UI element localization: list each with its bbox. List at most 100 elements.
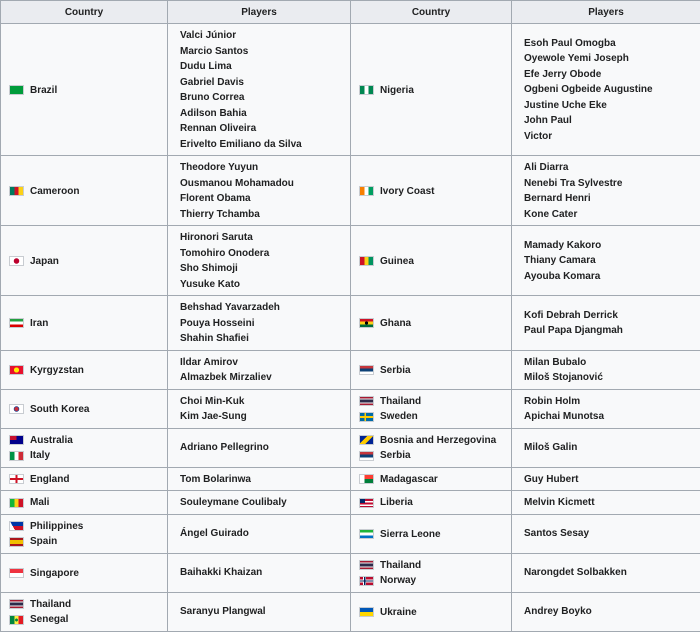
country-link-ghana[interactable]: Ghana	[380, 318, 411, 329]
player-link[interactable]: Ildar Amirov	[180, 355, 344, 371]
country-link-south-korea[interactable]: South Korea	[30, 404, 89, 415]
country-link-kyrgyzstan[interactable]: Kyrgyzstan	[30, 365, 84, 376]
player-link[interactable]: Gabriel Davis	[180, 75, 344, 91]
player-link[interactable]: Bernard Henri	[524, 191, 694, 207]
player-link[interactable]: Ali Diarra	[524, 160, 694, 176]
country-link-nigeria[interactable]: Nigeria	[380, 85, 414, 96]
player-link[interactable]: Paul Papa Djangmah	[524, 323, 694, 339]
player-link[interactable]: Tom Bolarinwa	[180, 472, 344, 488]
player-link[interactable]: Bruno Correa	[180, 90, 344, 106]
country-link-norway[interactable]: Norway	[380, 575, 416, 586]
player-link[interactable]: Apichai Munotsa	[524, 409, 694, 425]
player-link[interactable]: Oyewole Yemi Joseph	[524, 51, 694, 67]
country-link-sweden[interactable]: Sweden	[380, 411, 418, 422]
player-link[interactable]: Ogbeni Ogbeide Augustine	[524, 82, 694, 98]
country-link-senegal[interactable]: Senegal	[30, 614, 68, 625]
country-link-guinea[interactable]: Guinea	[380, 256, 414, 267]
country-link-iran[interactable]: Iran	[30, 318, 48, 329]
country-link-australia[interactable]: Australia	[30, 435, 73, 446]
country-link-italy[interactable]: Italy	[30, 450, 50, 461]
header-players-right[interactable]: Players	[512, 1, 700, 24]
player-link[interactable]: Justine Uche Eke	[524, 98, 694, 114]
player-link[interactable]: Nenebi Tra Sylvestre	[524, 176, 694, 192]
country-link-philippines[interactable]: Philippines	[30, 521, 83, 532]
header-country-right[interactable]: Country	[351, 1, 512, 24]
country-entry: Brazil	[9, 82, 161, 98]
player-link[interactable]: Souleymane Coulibaly	[180, 495, 344, 511]
player-link[interactable]: Rennan Oliveira	[180, 121, 344, 137]
player-link[interactable]: Narongdet Solbakken	[524, 565, 694, 581]
header-players-left[interactable]: Players	[168, 1, 351, 24]
player-link[interactable]: Ousmanou Mohamadou	[180, 176, 344, 192]
player-link[interactable]: Pouya Hosseini	[180, 316, 344, 332]
player-link[interactable]: Dudu Lima	[180, 59, 344, 75]
player-link[interactable]: John Paul	[524, 113, 694, 129]
country-link-thailand[interactable]: Thailand	[380, 396, 421, 407]
player-link[interactable]: Ayouba Komara	[524, 269, 694, 285]
player-link[interactable]: Ángel Guirado	[180, 526, 344, 542]
flag-sierra-leone-icon	[359, 529, 374, 539]
country-link-mali[interactable]: Mali	[30, 497, 49, 508]
country-cell: Brazil	[1, 24, 168, 156]
player-link[interactable]: Miloš Stojanović	[524, 370, 694, 386]
player-link[interactable]: Choi Min-Kuk	[180, 394, 344, 410]
player-link[interactable]: Valci Júnior	[180, 28, 344, 44]
player-link[interactable]: Efe Jerry Obode	[524, 67, 694, 83]
player-link[interactable]: Thierry Tchamba	[180, 207, 344, 223]
country-entry: Nigeria	[359, 82, 505, 98]
country-link-ivory-coast[interactable]: Ivory Coast	[380, 186, 434, 197]
country-link-cameroon[interactable]: Cameroon	[30, 186, 79, 197]
player-link[interactable]: Kofi Debrah Derrick	[524, 308, 694, 324]
country-link-brazil[interactable]: Brazil	[30, 85, 57, 96]
player-link[interactable]: Sho Shimoji	[180, 261, 344, 277]
player-link[interactable]: Tomohiro Onodera	[180, 246, 344, 262]
player-link[interactable]: Kim Jae-Sung	[180, 409, 344, 425]
player-link[interactable]: Esoh Paul Omogba	[524, 36, 694, 52]
country-entry: Bosnia and Herzegovina	[359, 433, 505, 449]
player-link[interactable]: Miloš Galin	[524, 440, 694, 456]
player-link[interactable]: Andrey Boyko	[524, 604, 694, 620]
country-link-japan[interactable]: Japan	[30, 256, 59, 267]
player-link[interactable]: Theodore Yuyun	[180, 160, 344, 176]
flag-iran-icon	[9, 318, 24, 328]
player-link[interactable]: Santos Sesay	[524, 526, 694, 542]
country-link-spain[interactable]: Spain	[30, 536, 57, 547]
player-link[interactable]: Milan Bubalo	[524, 355, 694, 371]
player-link[interactable]: Adilson Bahia	[180, 106, 344, 122]
player-link[interactable]: Shahin Shafiei	[180, 331, 344, 347]
player-link[interactable]: Erivelto Emiliano da Silva	[180, 137, 344, 153]
player-link[interactable]: Almazbek Mirzaliev	[180, 370, 344, 386]
player-link[interactable]: Kone Cater	[524, 207, 694, 223]
player-link[interactable]: Melvin Kicmett	[524, 495, 694, 511]
player-link[interactable]: Guy Hubert	[524, 472, 694, 488]
flag-singapore-icon	[9, 568, 24, 578]
player-link[interactable]: Adriano Pellegrino	[180, 440, 344, 456]
player-link[interactable]: Marcio Santos	[180, 44, 344, 60]
player-link[interactable]: Yusuke Kato	[180, 277, 344, 293]
country-cell: Liberia	[351, 491, 512, 515]
player-link[interactable]: Saranyu Plangwal	[180, 604, 344, 620]
player-link[interactable]: Florent Obama	[180, 191, 344, 207]
country-link-serbia[interactable]: Serbia	[380, 365, 411, 376]
player-link[interactable]: Hironori Saruta	[180, 230, 344, 246]
country-link-thailand[interactable]: Thailand	[380, 560, 421, 571]
player-link[interactable]: Victor	[524, 129, 694, 145]
country-link-bosnia-and-herzegovina[interactable]: Bosnia and Herzegovina	[380, 435, 496, 446]
country-entry: Liberia	[359, 495, 505, 511]
country-link-singapore[interactable]: Singapore	[30, 568, 79, 579]
flag-madagascar-icon	[359, 474, 374, 484]
country-link-ukraine[interactable]: Ukraine	[380, 607, 417, 618]
player-link[interactable]: Mamady Kakoro	[524, 238, 694, 254]
country-link-madagascar[interactable]: Madagascar	[380, 474, 438, 485]
country-link-thailand[interactable]: Thailand	[30, 599, 71, 610]
country-link-liberia[interactable]: Liberia	[380, 497, 413, 508]
country-link-serbia[interactable]: Serbia	[380, 450, 411, 461]
flag-bosnia-and-herzegovina-icon	[359, 435, 374, 445]
header-country-left[interactable]: Country	[1, 1, 168, 24]
player-link[interactable]: Robin Holm	[524, 394, 694, 410]
player-link[interactable]: Baihakki Khaizan	[180, 565, 344, 581]
player-link[interactable]: Thiany Camara	[524, 253, 694, 269]
country-link-sierra-leone[interactable]: Sierra Leone	[380, 529, 441, 540]
country-link-england[interactable]: England	[30, 474, 69, 485]
player-link[interactable]: Behshad Yavarzadeh	[180, 300, 344, 316]
